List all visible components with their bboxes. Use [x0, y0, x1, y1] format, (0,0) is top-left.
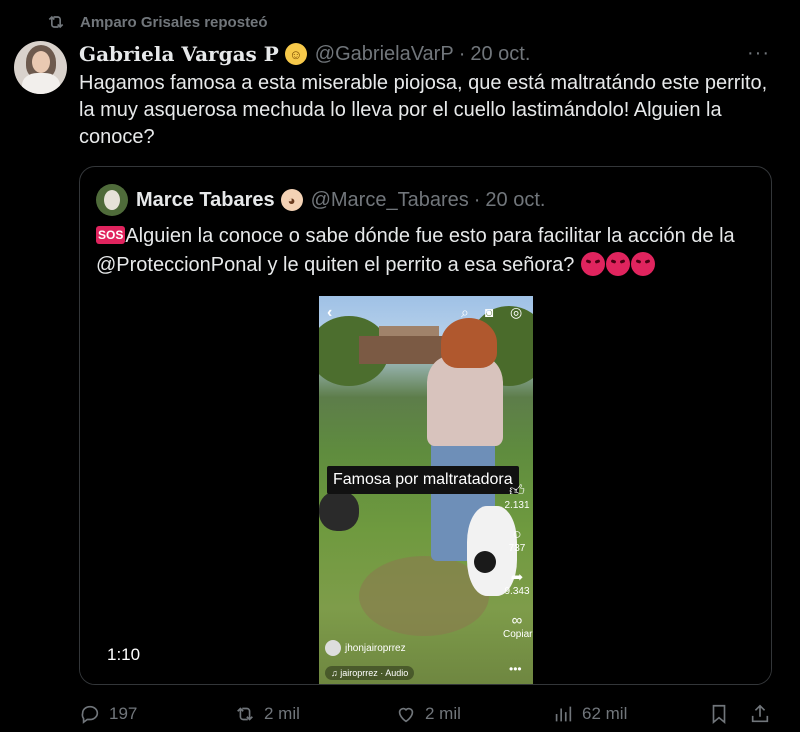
post-timestamp[interactable]: 20 oct. — [470, 43, 530, 66]
quoted-post[interactable]: Marce Tabares ◕ @Marce_Tabares · 20 oct.… — [79, 166, 772, 685]
repost-button[interactable]: 2 mil — [234, 703, 300, 725]
baby-emoji-icon: ☺ — [284, 43, 307, 65]
author-avatar[interactable] — [14, 41, 67, 94]
video-duration: 1:10 — [107, 645, 141, 664]
share-button[interactable] — [749, 703, 771, 725]
like-count: 2 mil — [425, 704, 461, 723]
angry-face-emoji-icon — [605, 252, 630, 276]
reply-button[interactable]: 197 — [79, 703, 137, 725]
repost-count: 2 mil — [264, 704, 300, 723]
repost-icon — [237, 707, 253, 721]
quoted-author-avatar[interactable] — [96, 184, 128, 216]
separator-dot: · — [473, 188, 481, 211]
heart-icon — [398, 707, 414, 723]
reply-icon — [81, 705, 99, 724]
video-caption: Famosa por maltratadora — [327, 466, 519, 494]
video-account-avatar — [325, 640, 341, 656]
thumbs-up-icon: 👍︎ — [509, 482, 525, 499]
views-button[interactable]: 62 mil — [552, 703, 627, 725]
video-comments-count: 737 — [508, 543, 526, 554]
repost-icon — [48, 15, 64, 29]
post-actions-bar: 197 2 mil 2 mil 62 mil — [79, 703, 779, 727]
dog-face-emoji-icon: ◕ — [280, 189, 303, 211]
camera-icon: ◙ — [485, 304, 494, 320]
video-more-icon: ••• — [509, 662, 522, 676]
share-icon — [751, 704, 769, 723]
repost-label: Amparo Grisales reposteó — [80, 13, 268, 31]
back-arrow-icon: ‹ — [327, 304, 333, 321]
author-handle[interactable]: @GabrielaVarP — [315, 43, 454, 66]
angry-face-emoji-icon — [630, 252, 655, 276]
video-copy-link: ∞ Copiar — [503, 612, 533, 640]
bar-chart-icon — [555, 706, 572, 722]
post-text: Hagamos famosa a esta miserable piojosa,… — [79, 72, 768, 148]
repost-indicator[interactable]: Amparo Grisales reposteó — [46, 12, 268, 32]
quoted-post-header: Marce Tabares ◕ @Marce_Tabares · 20 oct. — [96, 184, 545, 216]
quoted-author-handle[interactable]: @Marce_Tabares — [311, 189, 469, 212]
video-player[interactable]: ‹ ⌕ ◙ ◎ Famosa por maltratadora 👍︎ 2.131… — [80, 296, 771, 684]
reply-count: 197 — [109, 704, 138, 723]
video-like-counter: 👍︎ 2.131 — [503, 482, 531, 511]
views-count: 62 mil — [582, 704, 628, 723]
post-header: Gabriela Vargas P ☺ @GabrielaVarP · 20 o… — [79, 42, 770, 66]
link-icon: ∞ — [511, 612, 523, 629]
video-likes-count: 2.131 — [504, 500, 530, 511]
video-frame[interactable]: ‹ ⌕ ◙ ◎ Famosa por maltratadora 👍︎ 2.131… — [319, 296, 533, 684]
video-share-counter: ➦ 9.343 — [503, 568, 531, 597]
video-copy-label: Copiar — [503, 629, 533, 640]
like-button[interactable]: 2 mil — [395, 703, 461, 725]
video-shares-count: 9.343 — [504, 586, 530, 597]
video-comment-counter: ○ 737 — [503, 526, 531, 554]
more-options-icon[interactable]: ··· — [747, 42, 770, 65]
video-account: jhonjairoprrez — [325, 640, 406, 656]
quoted-post-text-block: SOS Alguien la conoce o sabe dónde fue es… — [96, 222, 761, 280]
video-audio-label: ♫ jairoprrez · Audio — [325, 666, 415, 680]
user-icon: ◎ — [510, 304, 523, 320]
author-name[interactable]: Gabriela Vargas P — [79, 42, 279, 66]
quoted-author-name[interactable]: Marce Tabares — [136, 189, 275, 212]
bookmark-icon — [712, 704, 726, 725]
angry-face-emoji-icon — [580, 252, 605, 276]
search-icon: ⌕ — [461, 304, 469, 320]
separator-dot: · — [458, 42, 466, 65]
comment-bubble-icon: ○ — [512, 526, 522, 543]
music-note-icon: ♫ — [331, 668, 341, 678]
share-arrow-icon: ➦ — [510, 569, 524, 586]
bookmark-button[interactable] — [708, 703, 730, 725]
sos-emoji-icon: SOS — [96, 226, 126, 244]
video-account-name: jhonjairoprrez — [345, 642, 406, 654]
quoted-post-timestamp[interactable]: 20 oct. — [485, 189, 545, 212]
